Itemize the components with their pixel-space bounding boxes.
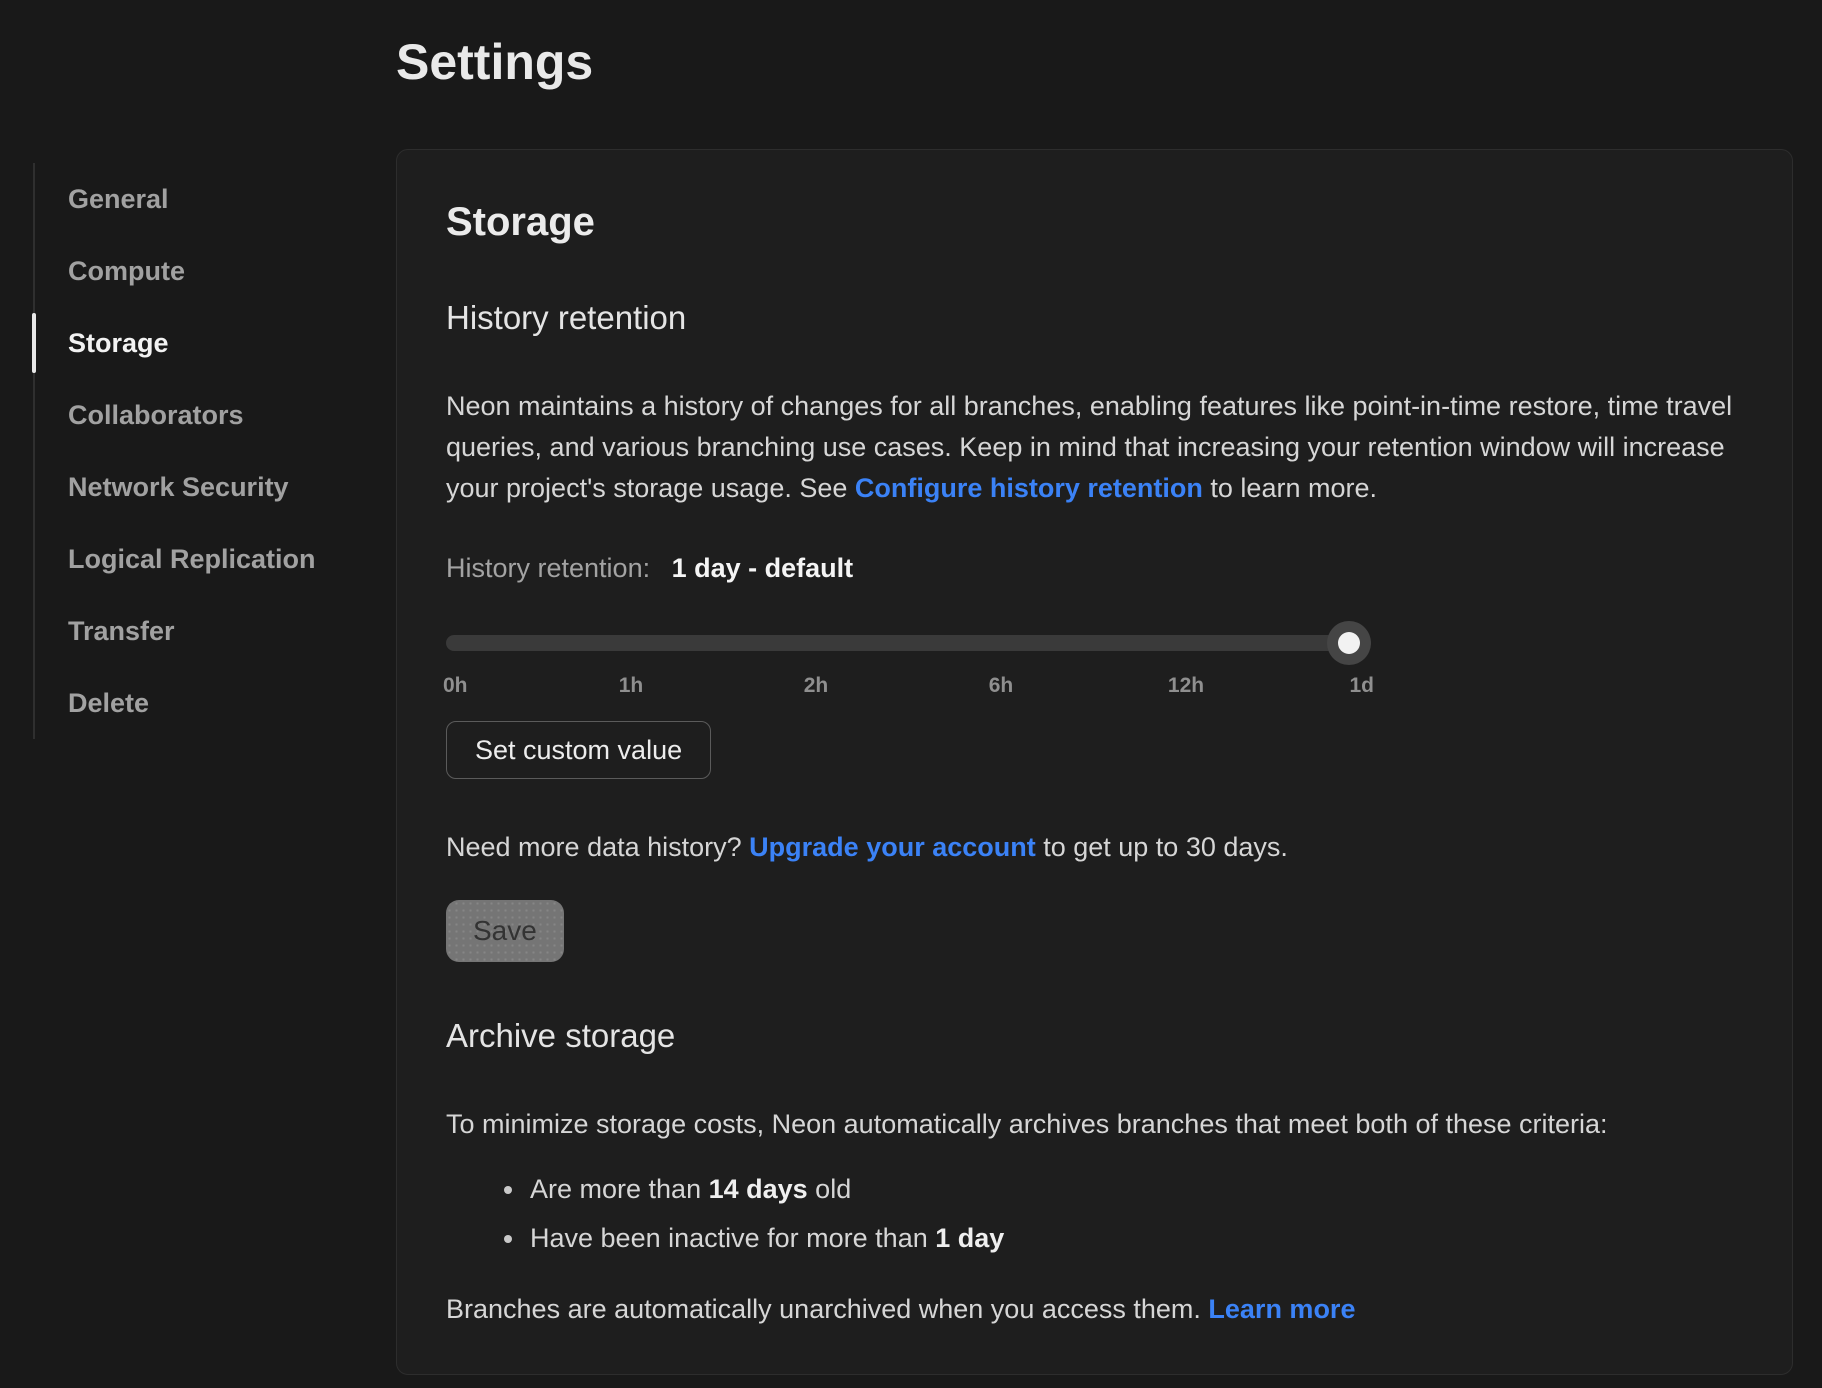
sidebar-item-delete[interactable]: Delete	[35, 667, 365, 739]
slider-tick-labels: 0h 1h 2h 6h 12h 1d	[446, 673, 1371, 699]
save-button[interactable]: Save	[446, 900, 564, 962]
sidebar-item-general[interactable]: General	[35, 163, 365, 235]
archive-footer-text: Branches are automatically unarchived wh…	[446, 1294, 1208, 1324]
page-title: Settings	[396, 30, 1793, 94]
slider-tick-1h: 1h	[619, 673, 644, 699]
history-retention-description: Neon maintains a history of changes for …	[446, 386, 1740, 509]
archive-storage-heading: Archive storage	[446, 1016, 1740, 1056]
criteria-inactivity-value: 1 day	[935, 1223, 1004, 1253]
archive-criteria-inactivity: Have been inactive for more than 1 day	[504, 1218, 1740, 1259]
storage-card-title: Storage	[446, 198, 1740, 246]
slider-tick-2h: 2h	[804, 673, 829, 699]
history-retention-heading: History retention	[446, 298, 1740, 338]
archive-storage-intro: To minimize storage costs, Neon automati…	[446, 1104, 1740, 1145]
history-retention-value-row: History retention: 1 day - default	[446, 551, 1740, 585]
history-retention-slider[interactable]	[446, 621, 1371, 665]
slider-thumb[interactable]	[1327, 621, 1371, 665]
storage-card: Storage History retention Neon maintains…	[396, 149, 1793, 1375]
archive-footer: Branches are automatically unarchived wh…	[446, 1289, 1740, 1330]
criteria-age-text-end: old	[808, 1174, 852, 1204]
settings-main: Settings Storage History retention Neon …	[365, 0, 1822, 1375]
upgrade-text-end: to get up to 30 days.	[1036, 832, 1288, 862]
slider-tick-6h: 6h	[989, 673, 1014, 699]
history-retention-slider-wrap: 0h 1h 2h 6h 12h 1d	[446, 621, 1371, 699]
criteria-age-text: Are more than	[530, 1174, 709, 1204]
upgrade-row: Need more data history? Upgrade your acc…	[446, 827, 1740, 868]
slider-tick-12h: 12h	[1168, 673, 1204, 699]
slider-tick-1d: 1d	[1349, 673, 1374, 699]
settings-sidebar: General Compute Storage Collaborators Ne…	[0, 0, 365, 1375]
sidebar-item-compute[interactable]: Compute	[35, 235, 365, 307]
set-custom-value-button[interactable]: Set custom value	[446, 721, 711, 779]
history-retention-value: 1 day - default	[672, 553, 854, 583]
settings-nav-list: General Compute Storage Collaborators Ne…	[33, 163, 365, 739]
configure-history-retention-link[interactable]: Configure history retention	[855, 473, 1203, 503]
archive-criteria-age: Are more than 14 days old	[504, 1169, 1740, 1210]
history-description-text-end: to learn more.	[1203, 473, 1377, 503]
sidebar-item-network-security[interactable]: Network Security	[35, 451, 365, 523]
sidebar-item-logical-replication[interactable]: Logical Replication	[35, 523, 365, 595]
upgrade-your-account-link[interactable]: Upgrade your account	[749, 832, 1036, 862]
criteria-inactivity-text: Have been inactive for more than	[530, 1223, 935, 1253]
slider-track[interactable]	[446, 635, 1371, 651]
slider-tick-0h: 0h	[443, 673, 468, 699]
sidebar-item-collaborators[interactable]: Collaborators	[35, 379, 365, 451]
upgrade-text: Need more data history?	[446, 832, 749, 862]
settings-page: General Compute Storage Collaborators Ne…	[0, 0, 1822, 1375]
sidebar-item-storage[interactable]: Storage	[35, 307, 365, 379]
learn-more-link[interactable]: Learn more	[1208, 1294, 1355, 1324]
history-retention-label: History retention:	[446, 553, 650, 583]
sidebar-item-transfer[interactable]: Transfer	[35, 595, 365, 667]
criteria-age-value: 14 days	[709, 1174, 808, 1204]
archive-criteria-list: Are more than 14 days old Have been inac…	[446, 1169, 1740, 1259]
